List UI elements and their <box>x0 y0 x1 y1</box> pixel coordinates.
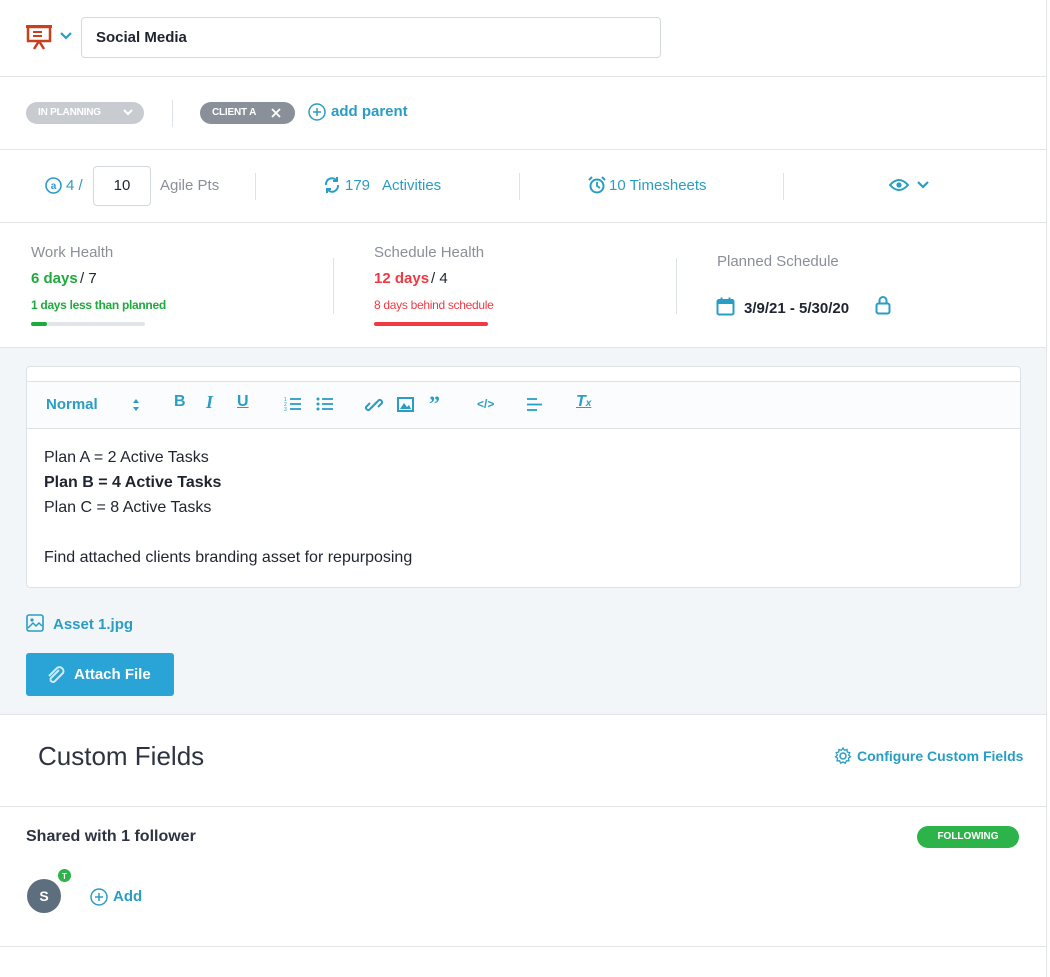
gear-icon <box>834 747 852 765</box>
work-health-note: 1 days less than planned <box>31 298 166 312</box>
schedule-health-days: 12 days <box>374 270 430 287</box>
editor-line: Plan A = 2 Active Tasks <box>44 449 209 466</box>
underline-icon[interactable]: U <box>237 393 249 411</box>
clear-format-icon[interactable]: Tx <box>576 393 591 411</box>
schedule-health-label: Schedule Health <box>374 244 485 261</box>
editor-line: Find attached clients branding asset for… <box>44 549 413 566</box>
points-unit: Agile Pts <box>160 177 220 194</box>
status-dropdown[interactable]: IN PLANNING <box>26 102 144 124</box>
work-health-bar <box>31 322 145 326</box>
points-done: 4 / <box>66 177 83 194</box>
attach-file-button[interactable]: Attach File <box>26 653 174 696</box>
planned-schedule-label: Planned Schedule <box>717 253 839 270</box>
plus-circle-icon <box>308 103 326 121</box>
divider <box>0 714 1046 715</box>
right-border <box>1046 0 1047 977</box>
divider <box>333 258 334 314</box>
attach-file-label: Attach File <box>74 666 151 683</box>
editor-line: Plan C = 8 Active Tasks <box>44 499 212 516</box>
work-health-total: / 7 <box>80 270 97 287</box>
agile-points-icon: a <box>45 177 62 194</box>
add-follower-label: Add <box>113 888 143 905</box>
link-icon[interactable] <box>365 396 383 414</box>
lock-icon[interactable] <box>875 295 891 315</box>
sort-arrows-icon <box>133 399 139 411</box>
divider <box>0 946 1046 947</box>
blockquote-icon[interactable]: ” <box>429 391 440 417</box>
ordered-list-icon[interactable]: 1 2 3 <box>284 396 302 412</box>
schedule-health-bar <box>374 322 488 326</box>
attachment-item[interactable]: Asset 1.jpg <box>26 614 146 636</box>
close-icon[interactable] <box>271 108 281 118</box>
bold-icon[interactable]: B <box>174 393 186 411</box>
chevron-down-icon <box>917 181 929 189</box>
alarm-clock-icon <box>588 176 606 194</box>
presentation-icon <box>26 25 52 50</box>
avatar-badge: T <box>57 868 72 883</box>
editor-line: Plan B = 4 Active Tasks <box>44 474 222 491</box>
image-file-icon <box>26 614 44 632</box>
activities-count: 179 <box>345 177 371 194</box>
divider <box>0 149 1046 150</box>
divider <box>519 173 520 200</box>
add-follower-link[interactable]: Add <box>90 887 150 907</box>
code-icon[interactable]: </> <box>477 397 494 411</box>
image-icon[interactable] <box>397 397 414 412</box>
divider <box>783 173 784 200</box>
planned-schedule-range[interactable]: 3/9/21 - 5/30/20 <box>744 300 849 317</box>
client-tag-label: CLIENT A <box>212 107 257 118</box>
work-health-label: Work Health <box>31 244 114 261</box>
activities-link[interactable]: 179 Activities <box>323 176 453 198</box>
divider <box>0 76 1046 77</box>
visibility-dropdown[interactable] <box>889 176 931 196</box>
attachment-name: Asset 1.jpg <box>53 616 134 633</box>
work-health-bar-fill <box>31 322 47 326</box>
divider <box>172 100 173 127</box>
custom-fields-title: Custom Fields <box>38 741 205 771</box>
divider <box>255 173 256 200</box>
client-tag: CLIENT A <box>200 102 295 124</box>
divider <box>0 806 1046 807</box>
schedule-health-bar-fill <box>374 322 488 326</box>
divider <box>676 258 677 314</box>
italic-icon[interactable]: I <box>206 392 213 413</box>
chevron-down-icon <box>60 32 72 40</box>
schedule-health-total: / 4 <box>431 270 448 287</box>
avatar[interactable]: S <box>27 879 61 913</box>
schedule-health-note: 8 days behind schedule <box>374 298 494 312</box>
status-label: IN PLANNING <box>38 107 101 118</box>
timesheets-label: 10 Timesheets <box>609 177 707 194</box>
timesheets-link[interactable]: 10 Timesheets <box>588 176 718 198</box>
calendar-icon[interactable] <box>716 297 735 316</box>
configure-custom-fields-label: Configure Custom Fields <box>857 748 1024 764</box>
item-type-picker[interactable] <box>25 24 77 52</box>
paperclip-icon <box>48 666 65 683</box>
svg-text:3: 3 <box>284 407 287 412</box>
plus-circle-icon <box>90 888 108 906</box>
following-button[interactable]: FOLLOWING <box>917 826 1019 848</box>
eye-icon <box>889 179 909 191</box>
activities-label: Activities <box>382 177 442 194</box>
chevron-down-icon <box>123 109 133 116</box>
add-parent-label: add parent <box>331 103 408 120</box>
align-icon[interactable] <box>526 397 543 412</box>
work-health-days: 6 days <box>31 270 78 287</box>
format-select[interactable]: Normal <box>46 395 142 415</box>
refresh-icon <box>324 177 340 193</box>
followers-title: Shared with 1 follower <box>26 828 196 845</box>
configure-custom-fields-link[interactable]: Configure Custom Fields <box>834 746 1024 768</box>
divider <box>0 222 1046 223</box>
format-select-label: Normal <box>46 396 98 413</box>
bullet-list-icon[interactable] <box>316 396 334 412</box>
points-total-input[interactable]: 10 <box>93 166 151 206</box>
svg-text:a: a <box>51 181 57 192</box>
item-title-input[interactable]: Social Media <box>81 17 661 58</box>
